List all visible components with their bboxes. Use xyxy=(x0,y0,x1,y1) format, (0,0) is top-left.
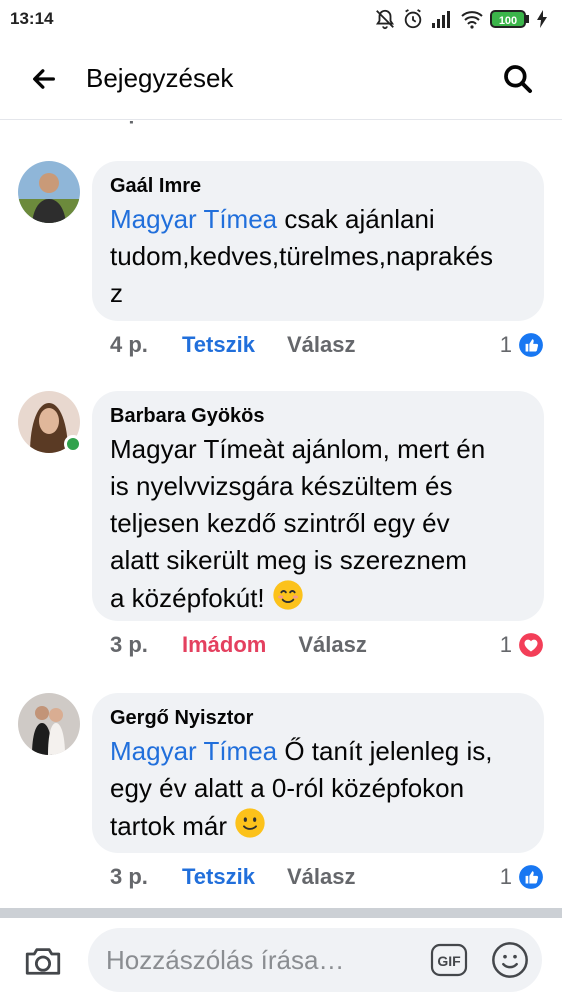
comments-feed[interactable]: 7 p. Tetszik Válasz 1 Gaál Imre Magyar T… xyxy=(0,121,562,908)
composer-divider xyxy=(0,908,562,918)
comment-author[interactable]: Gaál Imre xyxy=(110,173,526,199)
online-status-indicator xyxy=(64,435,82,453)
battery-icon: 100 xyxy=(490,10,529,28)
reply-link[interactable]: Válasz xyxy=(287,864,356,890)
gif-button[interactable]: GIF xyxy=(430,942,468,978)
reply-link[interactable]: Válasz xyxy=(287,332,356,358)
comment-text-fragment: alatt sikerült meg is szereznem xyxy=(110,545,467,575)
avatar[interactable] xyxy=(18,161,80,223)
reaction-summary[interactable]: 1 xyxy=(500,332,544,358)
wifi-icon xyxy=(461,11,483,29)
comment-text-fragment: z xyxy=(110,278,123,308)
love-reaction-link[interactable]: Imádom xyxy=(182,632,266,658)
like-icon xyxy=(519,333,543,357)
smiling-blush-emoji-icon xyxy=(273,580,303,610)
camera-button[interactable] xyxy=(22,940,64,982)
comment-text-fragment: a középfokút! xyxy=(110,583,265,613)
previous-comment-actions: 7 p. Tetszik Válasz 1 xyxy=(110,121,542,129)
comment-text-fragment: Magyar Tímeàt ajánlom, mert én xyxy=(110,434,486,464)
comment-composer: GIF xyxy=(0,918,562,1000)
status-icons: 100 xyxy=(374,8,548,30)
search-button[interactable] xyxy=(496,57,540,101)
notifications-off-icon xyxy=(375,9,395,30)
comment-actions: 3 p. Imádom Válasz 1 xyxy=(110,629,544,661)
comment-text-fragment: tudom,kedves,türelmes,naprakés xyxy=(110,241,493,271)
like-link[interactable]: Tetszik xyxy=(182,121,255,129)
comment-text-fragment: is nyelvvizsgára készültem és xyxy=(110,471,453,501)
comment-text-fragment: csak ajánlani xyxy=(277,204,435,234)
charging-icon xyxy=(537,10,547,28)
header: Bejegyzések xyxy=(0,38,562,120)
gif-icon: GIF xyxy=(430,943,468,977)
comment-time: 3 p. xyxy=(110,632,148,657)
comment-time: 4 p. xyxy=(110,332,148,357)
comment-author[interactable]: Gergő Nyisztor xyxy=(110,705,526,731)
reaction-count: 1 xyxy=(496,121,508,125)
like-link[interactable]: Tetszik xyxy=(182,332,255,358)
emoji-button[interactable] xyxy=(490,940,530,980)
comment-bubble: Gaál Imre Magyar Tímea csak ajánlani tud… xyxy=(92,161,544,321)
comment-time: 7 p. xyxy=(110,121,148,129)
page-title: Bejegyzések xyxy=(86,63,234,93)
reaction-summary[interactable]: 1 xyxy=(500,632,544,658)
reply-link[interactable]: Válasz xyxy=(289,121,358,129)
signal-icon xyxy=(432,11,450,28)
comment-actions: 3 p. Tetszik Válasz 1 xyxy=(110,861,544,893)
comment-text-fragment: teljesen kezdő szintről egy év xyxy=(110,508,450,538)
status-time: 13:14 xyxy=(10,9,54,28)
reaction-summary[interactable]: 1 xyxy=(500,864,544,890)
slightly-smiling-emoji-icon xyxy=(235,808,265,838)
comment-bubble: Barbara Gyökös Magyar Tímeàt ajánlom, me… xyxy=(92,391,544,621)
search-icon xyxy=(504,65,532,93)
comment-text-fragment: Ő tanít jelenleg is, xyxy=(277,736,493,766)
avatar[interactable] xyxy=(18,693,80,755)
comment-text: Magyar Tímeàt ajánlom, mert én is nyelvv… xyxy=(110,431,526,617)
comment-text-fragment: egy év alatt a 0-ról középfokon xyxy=(110,773,465,803)
back-button[interactable] xyxy=(22,57,66,101)
mention-link[interactable]: Magyar Tímea xyxy=(110,204,277,234)
comment-bubble: Gergő Nyisztor Magyar Tímea Ő tanít jele… xyxy=(92,693,544,853)
comment-text-fragment: tartok már xyxy=(110,811,228,841)
like-icon xyxy=(519,865,543,889)
reaction-count: 1 xyxy=(499,632,512,657)
comment-actions: 4 p. Tetszik Válasz 1 xyxy=(110,329,544,361)
mention-link[interactable]: Magyar Tímea xyxy=(110,736,277,766)
camera-icon xyxy=(25,948,61,975)
alarm-icon xyxy=(404,9,422,29)
reaction-count: 1 xyxy=(499,864,512,889)
comment-input[interactable] xyxy=(106,944,416,976)
like-link[interactable]: Tetszik xyxy=(182,864,255,890)
status-bar: 13:14 100 xyxy=(0,0,562,38)
reaction-count: 1 xyxy=(499,332,512,357)
back-arrow-icon xyxy=(33,68,55,89)
battery-level: 100 xyxy=(499,15,517,27)
reply-link[interactable]: Válasz xyxy=(298,632,367,658)
comment-input-container[interactable]: GIF xyxy=(88,928,542,992)
smiley-icon xyxy=(492,942,528,978)
comment-text: Magyar Tímea Ő tanít jelenleg is, egy év… xyxy=(110,733,526,845)
love-icon xyxy=(519,633,543,657)
comment-author[interactable]: Barbara Gyökös xyxy=(110,403,526,429)
comment-text: Magyar Tímea csak ajánlani tudom,kedves,… xyxy=(110,201,526,312)
comment-time: 3 p. xyxy=(110,864,148,889)
gif-label: GIF xyxy=(437,953,461,969)
